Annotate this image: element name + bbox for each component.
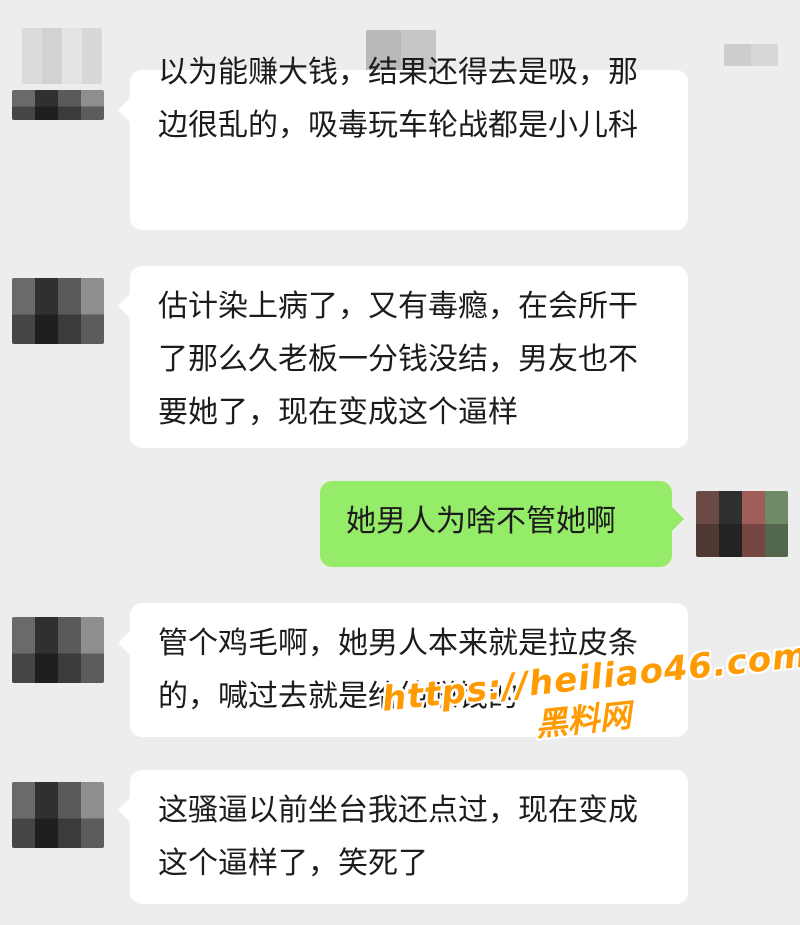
message-text: 估计染上病了，又有毒瘾，在会所干了那么久老板一分钱没结，男友也不要她了，现在变成… bbox=[158, 289, 638, 430]
avatar[interactable] bbox=[696, 491, 788, 557]
message-bubble-incoming[interactable]: 这骚逼以前坐台我还点过，现在变成这个逼样了，笑死了 bbox=[118, 770, 688, 904]
message-row: 管个鸡毛啊，她男人本来就是拉皮条的，喊过去就是给他赚钱的 bbox=[0, 603, 800, 737]
avatar[interactable] bbox=[12, 782, 104, 848]
message-bubble-incoming[interactable]: 管个鸡毛啊，她男人本来就是拉皮条的，喊过去就是给他赚钱的 bbox=[118, 603, 688, 737]
message-row: 她男人为啥不管她啊 bbox=[0, 481, 800, 567]
more-options-button[interactable] bbox=[724, 44, 778, 66]
message-row: 这骚逼以前坐台我还点过，现在变成这个逼样了，笑死了 bbox=[0, 770, 800, 904]
message-text: 这骚逼以前坐台我还点过，现在变成这个逼样了，笑死了 bbox=[158, 793, 638, 881]
message-text: 管个鸡毛啊，她男人本来就是拉皮条的，喊过去就是给他赚钱的 bbox=[158, 626, 638, 714]
message-text: 以为能赚大钱，结果还得去是吸，那边很乱的，吸毒玩车轮战都是小儿科 bbox=[158, 55, 638, 143]
message-row: 估计染上病了，又有毒瘾，在会所干了那么久老板一分钱没结，男友也不要她了，现在变成… bbox=[0, 266, 800, 448]
message-bubble-outgoing[interactable]: 她男人为啥不管她啊 bbox=[320, 481, 684, 567]
avatar[interactable] bbox=[12, 90, 104, 120]
message-row: 以为能赚大钱，结果还得去是吸，那边很乱的，吸毒玩车轮战都是小儿科 bbox=[0, 55, 800, 240]
message-bubble-incoming[interactable]: 以为能赚大钱，结果还得去是吸，那边很乱的，吸毒玩车轮战都是小儿科 bbox=[118, 55, 688, 230]
avatar[interactable] bbox=[12, 617, 104, 683]
message-text: 她男人为啥不管她啊 bbox=[346, 504, 616, 539]
avatar[interactable] bbox=[12, 278, 104, 344]
message-bubble-incoming[interactable]: 估计染上病了，又有毒瘾，在会所干了那么久老板一分钱没结，男友也不要她了，现在变成… bbox=[118, 266, 688, 448]
